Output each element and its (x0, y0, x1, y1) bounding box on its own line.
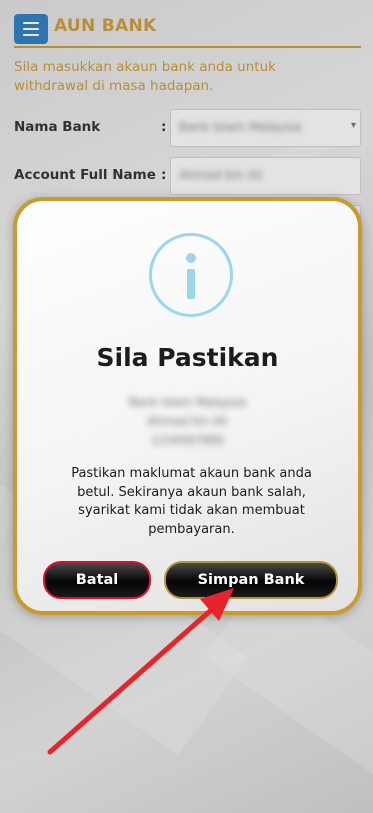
account-summary-name: Ahmad bin Ali (147, 414, 228, 428)
info-icon (149, 233, 233, 317)
save-bank-button[interactable]: Simpan Bank (164, 561, 338, 599)
dialog-title: Sila Pastikan (96, 343, 279, 372)
confirm-dialog: Sila Pastikan Bank Islam Malaysia Ahmad … (13, 197, 362, 615)
account-summary-number: 1234567890 (150, 433, 225, 447)
account-summary: Bank Islam Malaysia Ahmad bin Ali 123456… (17, 393, 358, 450)
account-summary-bank: Bank Islam Malaysia (128, 395, 247, 409)
cancel-button[interactable]: Batal (43, 561, 151, 599)
dialog-message: Pastikan maklumat akaun bank anda betul.… (71, 466, 312, 537)
